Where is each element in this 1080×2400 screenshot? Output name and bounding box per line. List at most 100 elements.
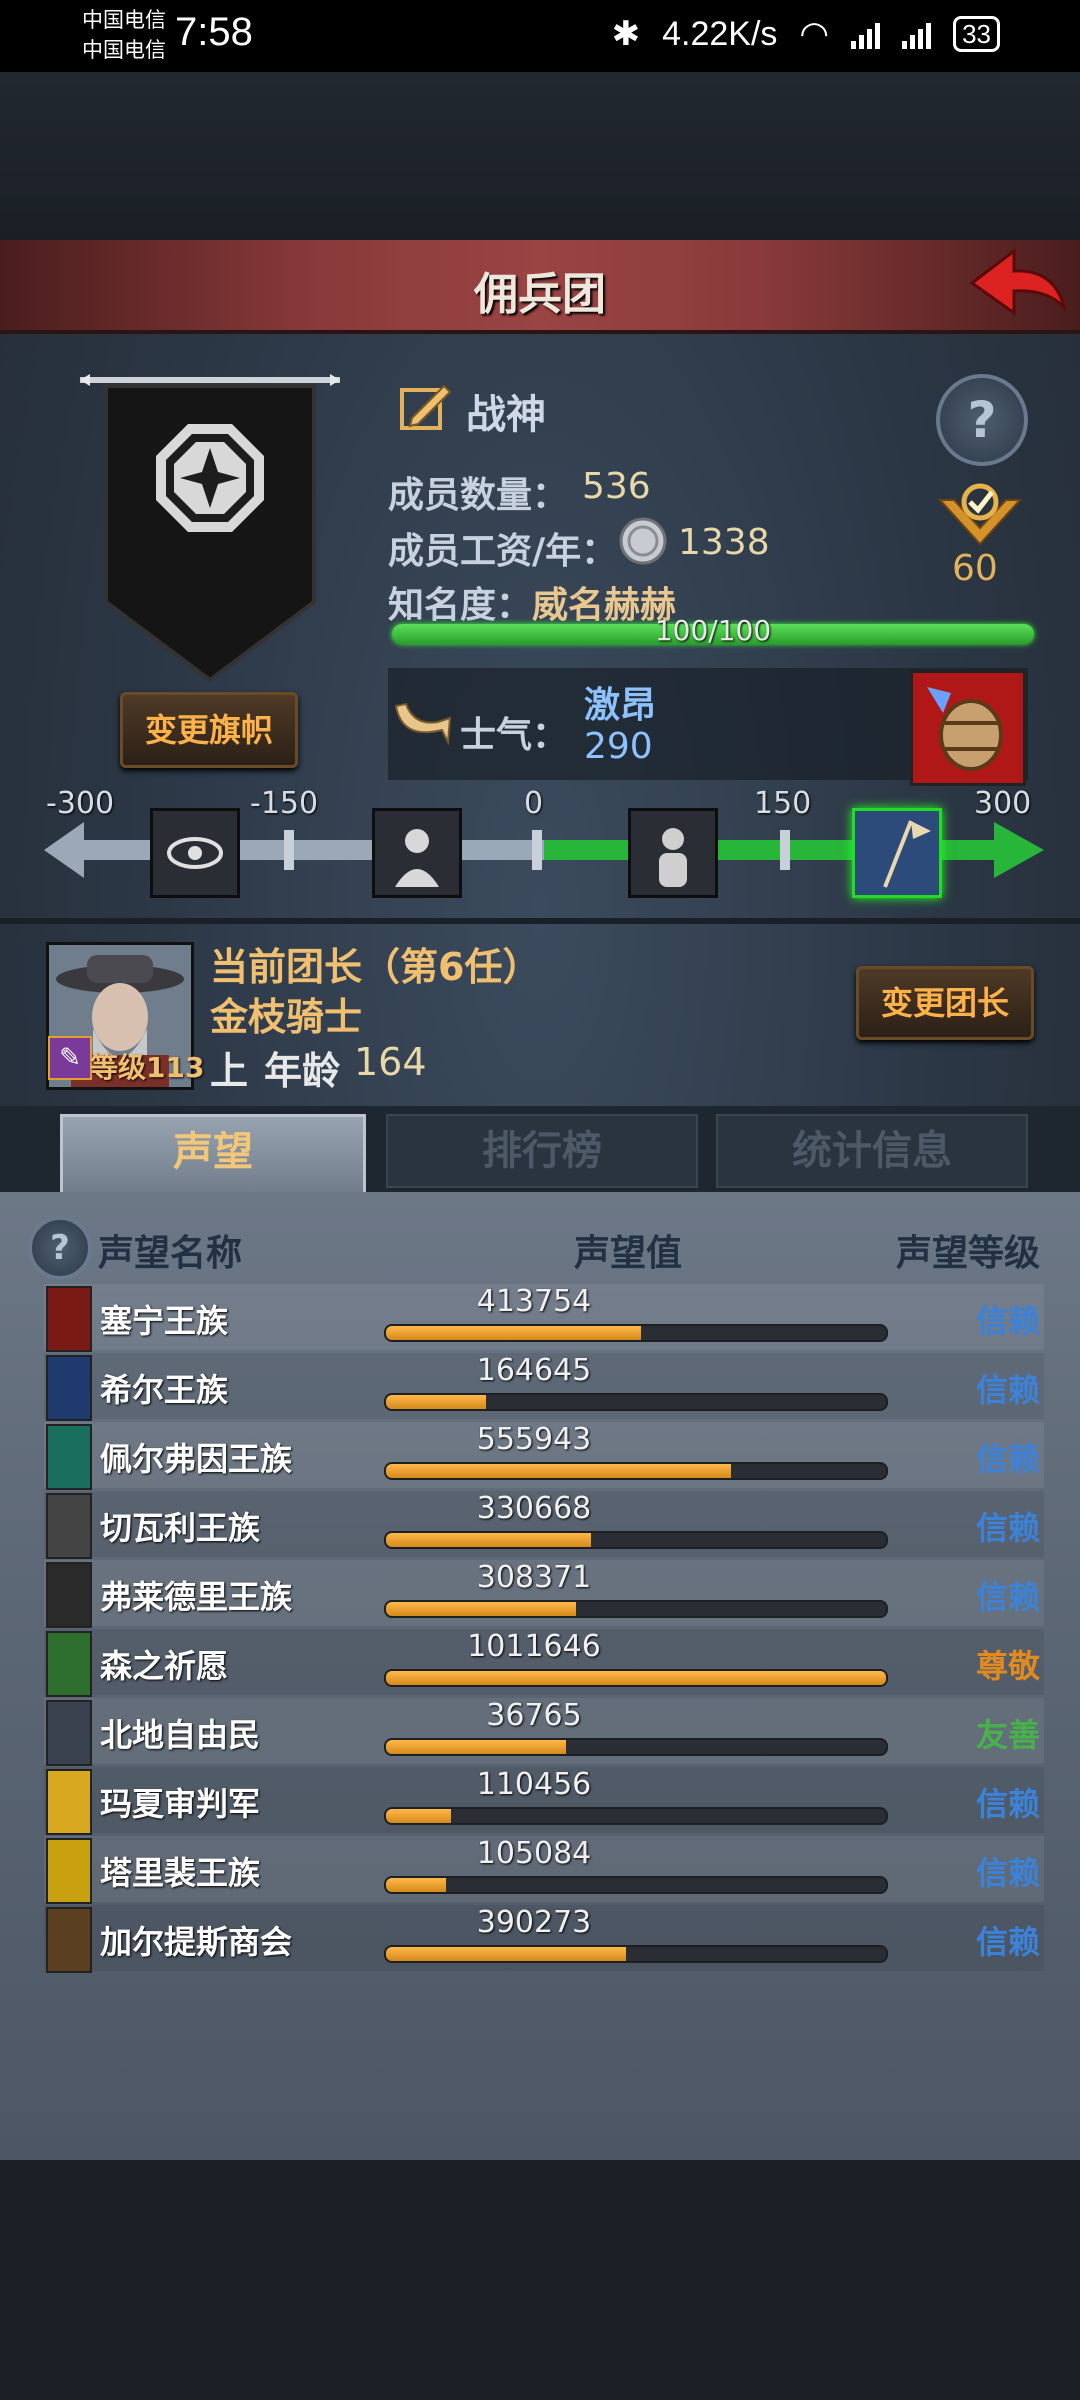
reputation-bar (384, 1393, 888, 1411)
back-arrow-icon (969, 247, 1067, 316)
bottom-area (0, 2160, 1080, 2400)
signal-icon-2 (902, 19, 932, 49)
reputation-help-icon[interactable]: ? (28, 1216, 92, 1280)
eye-icon (167, 837, 223, 869)
reputation-bar-fill (386, 1740, 566, 1754)
reputation-bar-fill (386, 1395, 486, 1409)
wage-value: 1338 (678, 522, 770, 563)
morale-tier-icon-calm[interactable] (628, 808, 718, 898)
faction-emblem-icon (46, 1493, 92, 1559)
calm-figure-icon (659, 828, 687, 887)
reputation-bar (384, 1669, 888, 1687)
morale-tier-icon-inspired[interactable] (852, 808, 942, 898)
reputation-value: 164645 (476, 1353, 592, 1388)
carrier-label-2: 中国电信 (82, 38, 166, 62)
despair-figure-icon (395, 829, 439, 887)
section-divider (0, 918, 1080, 924)
back-button[interactable] (968, 245, 1068, 321)
network-speed: 4.22K/s (662, 14, 778, 53)
reputation-level: 信赖 (975, 1785, 1040, 1823)
reputation-level: 尊敬 (975, 1647, 1040, 1685)
reputation-row[interactable]: 希尔王族 164645 信赖 (44, 1353, 1044, 1421)
reputation-value: 105084 (476, 1836, 592, 1871)
leader-age: 164 (354, 1040, 427, 1084)
faction-emblem-icon (46, 1424, 92, 1490)
change-leader-button[interactable]: 变更团长 (856, 966, 1034, 1040)
reputation-level: 信赖 (975, 1854, 1040, 1892)
leader-age-label: 年龄 (264, 1049, 341, 1093)
scale-tick-label: 300 (974, 786, 1032, 821)
morale-tier-icon-despair[interactable] (372, 808, 462, 898)
reputation-row[interactable]: 北地自由民 36765 友善 (44, 1698, 1044, 1766)
reputation-bar (384, 1324, 888, 1342)
column-header-name: 声望名称 (98, 1233, 243, 1274)
faction-emblem-icon (46, 1907, 92, 1973)
reputation-bar-fill (386, 1809, 451, 1823)
reputation-bar (384, 1600, 888, 1618)
reputation-row[interactable]: 加尔提斯商会 390273 信赖 (44, 1905, 1044, 1973)
reputation-value: 308371 (476, 1560, 592, 1595)
edit-name-icon[interactable] (398, 378, 454, 434)
reputation-bar-fill (386, 1602, 576, 1616)
scale-tick-label: -300 (46, 786, 115, 821)
faction-emblem-icon (46, 1838, 92, 1904)
faction-name: 北地自由民 (100, 1716, 261, 1754)
reputation-row[interactable]: 玛夏审判军 110456 信赖 (44, 1767, 1044, 1835)
faction-name: 森之祈愿 (100, 1647, 229, 1685)
faction-emblem-icon (46, 1700, 92, 1766)
header-bar: 佣兵团 (0, 240, 1080, 334)
help-button[interactable]: ? (936, 374, 1028, 466)
tab-reputation[interactable]: 声望 (60, 1114, 366, 1197)
faction-name: 切瓦利王族 (100, 1509, 261, 1547)
column-header-value: 声望值 (574, 1233, 683, 1274)
reputation-row[interactable]: 佩尔弗因王族 555943 信赖 (44, 1422, 1044, 1490)
scale-tick-label: 0 (524, 786, 544, 821)
reputation-value: 1011646 (467, 1629, 601, 1664)
reputation-row[interactable]: 塞宁王族 413754 信赖 (44, 1284, 1044, 1352)
morale-tier-icon-eye[interactable] (150, 808, 240, 898)
leader-title: 当前团长（第6任） (210, 945, 541, 989)
carrier-label-1: 中国电信 (82, 8, 166, 32)
reputation-row[interactable]: 塔里裴王族 105084 信赖 (44, 1836, 1044, 1904)
bluetooth-icon: ✱ (611, 15, 641, 53)
reputation-row[interactable]: 弗莱德里王族 308371 信赖 (44, 1560, 1044, 1628)
member-count-label: 成员数量： (388, 475, 569, 516)
reputation-row[interactable]: 森之祈愿 1011646 尊敬 (44, 1629, 1044, 1697)
battery-icon: 33 (953, 16, 1000, 52)
tab-ranking[interactable]: 排行榜 (386, 1114, 698, 1188)
reputation-value: 390273 (476, 1905, 592, 1940)
faction-emblem-icon (46, 1631, 92, 1697)
reputation-level: 友善 (975, 1716, 1040, 1754)
morale-value: 290 (584, 726, 653, 767)
top-band (0, 72, 1080, 240)
reputation-bar-fill (386, 1533, 591, 1547)
faction-name: 玛夏审判军 (100, 1785, 261, 1823)
wifi-icon: ◠ (799, 15, 830, 53)
reputation-bar (384, 1945, 888, 1963)
reputation-level: 信赖 (975, 1371, 1040, 1409)
reputation-value: 330668 (476, 1491, 592, 1526)
leader-name: 金枝骑士 (210, 995, 363, 1039)
reputation-bar-fill (386, 1947, 626, 1961)
reputation-level: 信赖 (975, 1440, 1040, 1478)
reputation-value: 555943 (476, 1422, 592, 1457)
faction-name: 塔里裴王族 (100, 1854, 261, 1892)
reputation-bar (384, 1876, 888, 1894)
reputation-bar (384, 1807, 888, 1825)
morale-status-icon[interactable] (910, 670, 1026, 786)
change-flag-button[interactable]: 变更旗帜 (120, 692, 298, 768)
wage-label: 成员工资/年： (388, 531, 618, 572)
member-count: 536 (582, 466, 651, 507)
faction-name: 弗莱德里王族 (100, 1578, 293, 1616)
morale-state: 激昂 (584, 685, 657, 726)
scale-tick-label: -150 (250, 786, 319, 821)
tab-statistics[interactable]: 统计信息 (716, 1114, 1028, 1188)
reputation-level: 信赖 (975, 1302, 1040, 1340)
guild-banner (80, 374, 340, 683)
guild-name: 战神 (466, 392, 546, 438)
reputation-row[interactable]: 切瓦利王族 330668 信赖 (44, 1491, 1044, 1559)
reputation-bar (384, 1531, 888, 1549)
status-indicators: ✱ 4.22K/s ◠ 33 (612, 14, 1000, 54)
reputation-level: 信赖 (975, 1578, 1040, 1616)
fame-progress-text: 100/100 (654, 614, 772, 647)
